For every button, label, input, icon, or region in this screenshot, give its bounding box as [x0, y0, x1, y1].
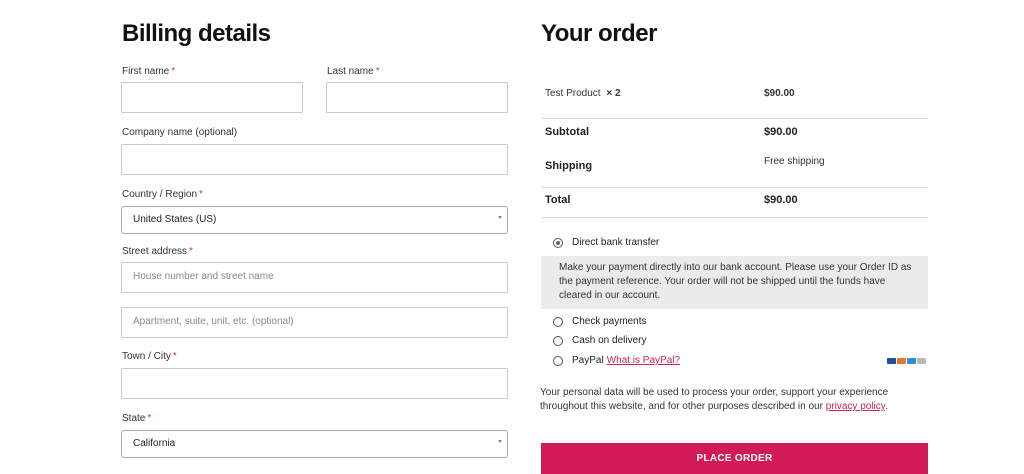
street-label: Street address *: [122, 246, 193, 257]
payment-direct-bank-label[interactable]: Direct bank transfer: [572, 237, 659, 248]
divider: [541, 187, 928, 188]
radio-direct-bank[interactable]: [553, 238, 563, 248]
first-name-field[interactable]: [121, 82, 303, 113]
country-value: United States (US): [133, 214, 217, 225]
last-name-field[interactable]: [326, 82, 508, 113]
divider: [541, 217, 928, 218]
product-price: $90.00: [764, 88, 795, 99]
company-field[interactable]: [121, 144, 508, 175]
first-name-label: First name *: [122, 66, 176, 77]
payment-cards-icon: [887, 358, 926, 364]
shipping-value: Free shipping: [764, 156, 825, 167]
shipping-label: Shipping: [545, 160, 593, 172]
divider: [541, 118, 928, 119]
city-field[interactable]: [121, 368, 508, 399]
chevron-down-icon: [498, 440, 502, 443]
state-label: State *: [122, 413, 152, 424]
company-label: Company name (optional): [122, 127, 238, 138]
mastercard-icon: [897, 358, 906, 364]
bank-transfer-description: Make your payment directly into our bank…: [541, 256, 928, 309]
state-select[interactable]: California: [121, 430, 508, 458]
city-label: Town / City *: [122, 351, 177, 362]
radio-paypal[interactable]: [553, 356, 563, 366]
product-name: Test Product × 2: [545, 88, 621, 99]
last-name-label: Last name *: [327, 66, 380, 77]
amex-card-icon: [907, 358, 916, 364]
street-address-2-placeholder: Apartment, suite, unit, etc. (optional): [133, 316, 294, 327]
radio-cash-on-delivery[interactable]: [553, 336, 563, 346]
product-quantity: × 2: [606, 88, 621, 99]
street-address-1-field[interactable]: House number and street name: [121, 262, 508, 293]
order-heading: Your order: [541, 20, 657, 47]
billing-heading: Billing details: [122, 20, 271, 47]
privacy-notice: Your personal data will be used to proce…: [540, 387, 889, 412]
payment-cod-label[interactable]: Cash on delivery: [572, 335, 646, 346]
chevron-down-icon: [498, 216, 502, 219]
subtotal-label: Subtotal: [545, 126, 589, 138]
payment-check-label[interactable]: Check payments: [572, 316, 646, 327]
radio-check-payments[interactable]: [553, 317, 563, 327]
visa-card-icon: [887, 358, 896, 364]
total-label: Total: [545, 194, 571, 206]
state-value: California: [133, 438, 176, 449]
street-address-1-placeholder: House number and street name: [133, 271, 274, 282]
what-is-paypal-link[interactable]: What is PayPal?: [607, 355, 680, 366]
street-address-2-field[interactable]: Apartment, suite, unit, etc. (optional): [121, 307, 508, 338]
payment-paypal-label[interactable]: PayPal What is PayPal?: [572, 355, 680, 366]
country-label: Country / Region *: [122, 189, 203, 200]
country-select[interactable]: United States (US): [121, 206, 508, 234]
discover-card-icon: [917, 358, 926, 364]
privacy-policy-link[interactable]: privacy policy: [826, 401, 885, 412]
total-value: $90.00: [764, 194, 798, 206]
subtotal-value: $90.00: [764, 126, 798, 138]
place-order-button[interactable]: PLACE ORDER: [541, 443, 928, 474]
